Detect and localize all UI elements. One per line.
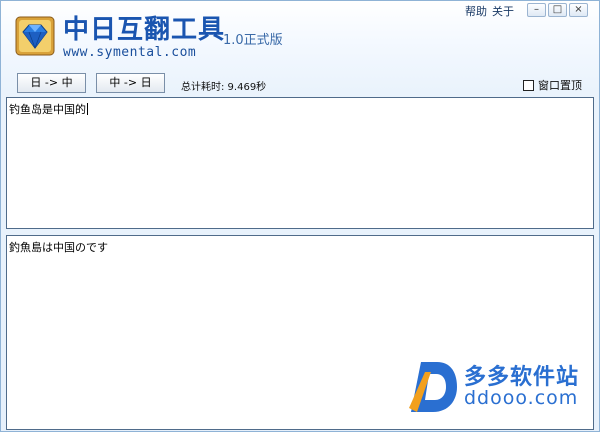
minimize-button[interactable]: – [527, 3, 546, 17]
menu-about[interactable]: 关于 [492, 3, 514, 19]
source-text-input[interactable]: 钓鱼岛是中国的 [6, 97, 594, 229]
text-cursor [87, 103, 88, 115]
app-version: 1.0正式版 [223, 33, 283, 48]
zh-to-ja-button[interactable]: 中 -> 日 [96, 73, 165, 93]
checkbox-icon[interactable] [523, 79, 534, 91]
topmost-checkbox[interactable]: 窗口置顶 [523, 77, 582, 93]
menu-help[interactable]: 帮助 [465, 3, 487, 19]
app-title: 中日互翻工具 [63, 15, 226, 45]
result-text: 釣魚島は中国のです [9, 241, 108, 254]
app-window: 中日互翻工具 1.0正式版 www.symental.com 帮助 关于 – □… [0, 0, 600, 432]
watermark-url: ddooo.com [464, 387, 579, 409]
ja-to-zh-button[interactable]: 日 -> 中 [17, 73, 86, 93]
app-website: www.symental.com [63, 45, 197, 60]
source-text: 钓鱼岛是中国的 [9, 103, 86, 116]
restore-button[interactable]: □ [548, 3, 567, 17]
close-button[interactable]: × [569, 3, 588, 17]
elapsed-time-label: 总计耗时: 9.469秒 [181, 82, 267, 93]
topmost-label: 窗口置顶 [538, 79, 582, 92]
watermark-logo-icon [409, 362, 457, 412]
diamond-logo-icon [15, 16, 55, 56]
